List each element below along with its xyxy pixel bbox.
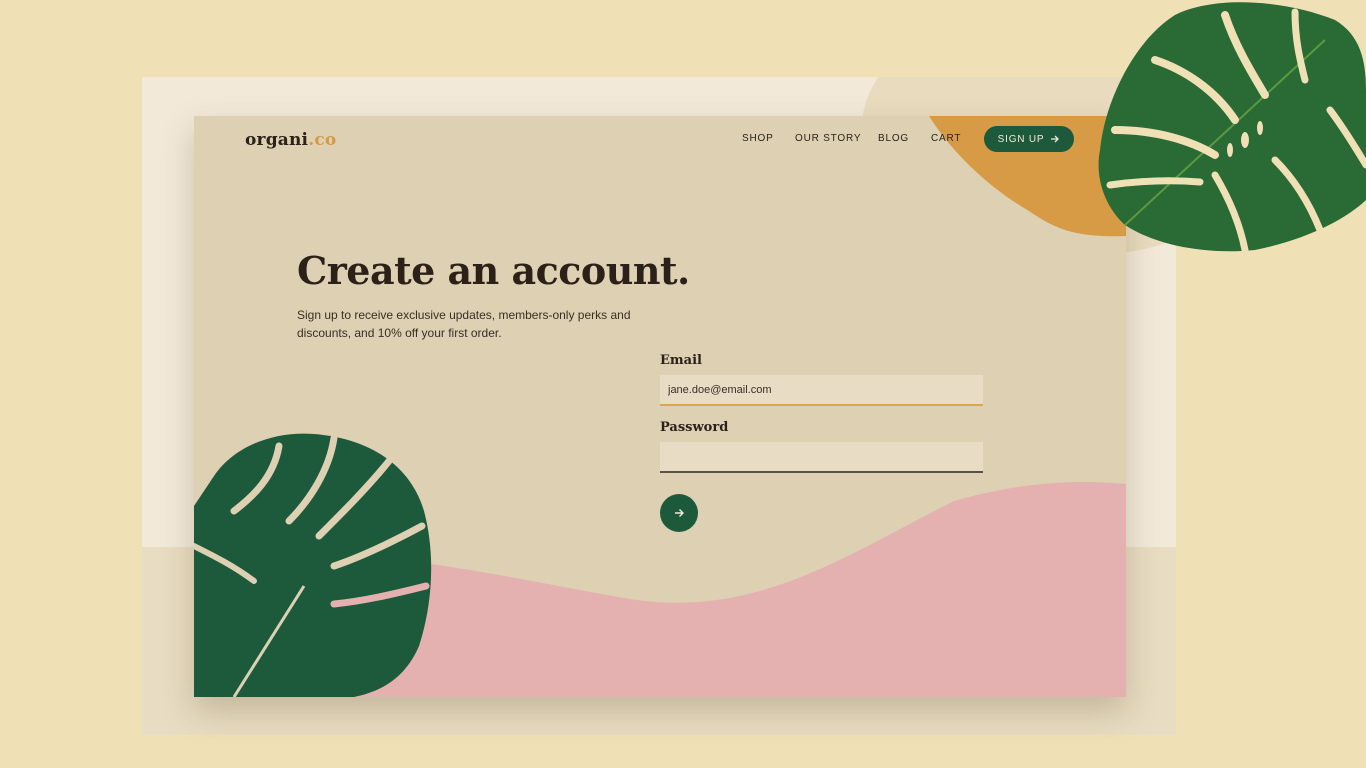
brand-accent: .co xyxy=(308,130,337,150)
password-label: Password xyxy=(660,420,729,435)
arrow-right-icon xyxy=(675,509,684,517)
brand-logo[interactable]: organi.co xyxy=(245,130,336,150)
nav-cart-link[interactable]: CART xyxy=(931,133,961,144)
monstera-leaf-icon xyxy=(1098,2,1366,254)
signup-page-card: organi.co SHOP OUR STORY BLOG CART SIGN … xyxy=(194,116,1126,697)
monstera-leaf-icon xyxy=(194,433,432,697)
sign-up-button[interactable]: SIGN UP xyxy=(984,126,1074,152)
nav-shop-link[interactable]: SHOP xyxy=(742,133,774,144)
sign-up-label: SIGN UP xyxy=(997,133,1045,145)
email-label: Email xyxy=(660,353,702,368)
decorative-background xyxy=(194,116,1126,697)
password-field[interactable] xyxy=(660,442,983,473)
page-subtitle: Sign up to receive exclusive updates, me… xyxy=(297,308,631,340)
nav-blog-link[interactable]: BLOG xyxy=(878,133,909,144)
email-field[interactable] xyxy=(660,375,983,406)
nav-our-story-link[interactable]: OUR STORY xyxy=(795,133,861,144)
arrow-right-icon xyxy=(1051,135,1060,143)
brand-name: organi xyxy=(245,130,309,150)
submit-button[interactable] xyxy=(660,494,698,532)
page-title: Create an account. xyxy=(297,248,690,293)
